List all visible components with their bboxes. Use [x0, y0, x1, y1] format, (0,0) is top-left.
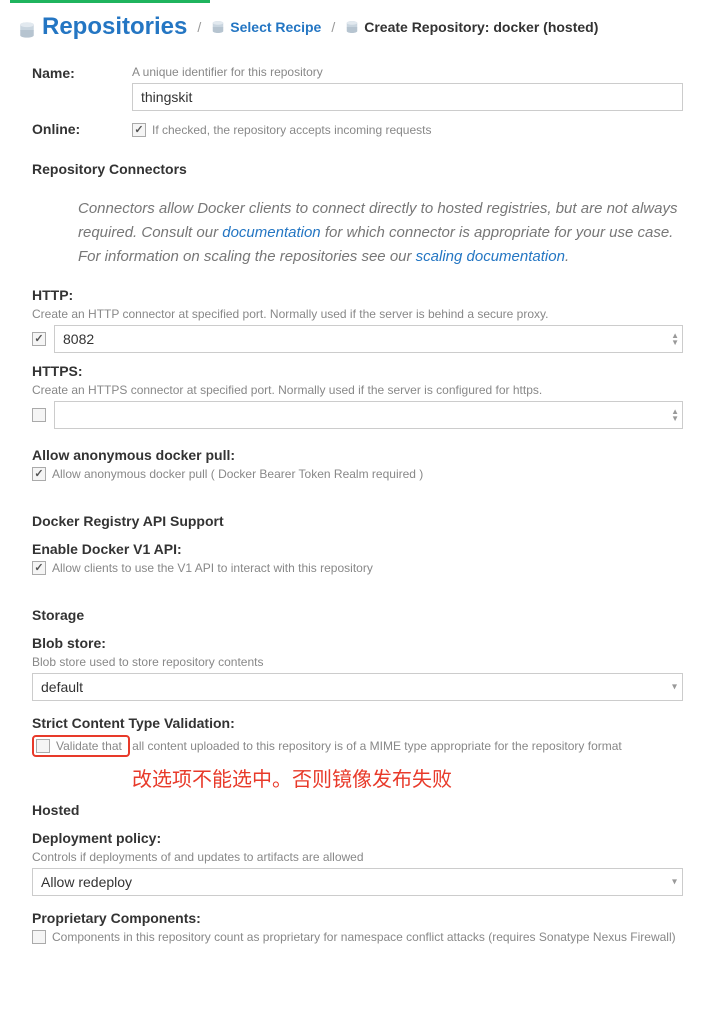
api-label: Enable Docker V1 API: [32, 541, 683, 557]
name-label: Name: [32, 65, 132, 111]
blob-label: Blob store: [32, 635, 683, 651]
anon-label: Allow anonymous docker pull: [32, 447, 683, 463]
database-icon [345, 20, 359, 34]
https-port-input[interactable] [54, 401, 683, 429]
anon-checkbox[interactable] [32, 467, 46, 481]
breadcrumb-root[interactable]: Repositories [18, 13, 187, 41]
anon-cb-label: Allow anonymous docker pull ( Docker Bea… [52, 467, 423, 481]
strict-label: Strict Content Type Validation: [32, 715, 683, 731]
name-help: A unique identifier for this repository [132, 65, 683, 79]
api-checkbox[interactable] [32, 561, 46, 575]
prop-checkbox[interactable] [32, 930, 46, 944]
hosted-title: Hosted [32, 802, 683, 818]
breadcrumb-separator: / [195, 19, 203, 35]
api-cb-label: Allow clients to use the V1 API to inter… [52, 561, 373, 575]
online-label: Online: [32, 121, 132, 137]
https-help: Create an HTTPS connector at specified p… [32, 383, 683, 397]
breadcrumb-select-recipe[interactable]: Select Recipe [211, 19, 321, 35]
http-port-input[interactable] [54, 325, 683, 353]
blob-help: Blob store used to store repository cont… [32, 655, 683, 669]
connectors-description: Connectors allow Docker clients to conne… [32, 189, 683, 277]
name-input[interactable] [132, 83, 683, 111]
strict-highlight: Validate that [32, 735, 130, 757]
breadcrumb-separator: / [329, 19, 337, 35]
blob-store-select[interactable]: default [32, 673, 683, 701]
documentation-link[interactable]: documentation [222, 224, 320, 241]
https-checkbox[interactable] [32, 408, 46, 422]
prop-cb-label: Components in this repository count as p… [52, 930, 676, 944]
https-label: HTTPS: [32, 363, 683, 379]
http-help: Create an HTTP connector at specified po… [32, 307, 683, 321]
connectors-title: Repository Connectors [32, 161, 683, 177]
strict-checkbox[interactable] [36, 739, 50, 753]
deploy-label: Deployment policy: [32, 830, 683, 846]
http-checkbox[interactable] [32, 332, 46, 346]
strict-cb-label-part: Validate that [56, 739, 122, 753]
database-icon [18, 18, 36, 36]
breadcrumb: Repositories / Select Recipe / Create Re… [0, 3, 715, 55]
online-help: If checked, the repository accepts incom… [152, 123, 431, 137]
database-icon [211, 20, 225, 34]
scaling-documentation-link[interactable]: scaling documentation [416, 248, 565, 265]
api-title: Docker Registry API Support [32, 513, 683, 529]
deploy-policy-select[interactable]: Allow redeploy [32, 868, 683, 896]
http-port-spinner[interactable]: ▲▼ [671, 332, 679, 346]
online-checkbox[interactable] [132, 123, 146, 137]
prop-label: Proprietary Components: [32, 910, 683, 926]
storage-title: Storage [32, 607, 683, 623]
deploy-help: Controls if deployments of and updates t… [32, 850, 683, 864]
breadcrumb-current: Create Repository: docker (hosted) [345, 19, 598, 35]
strict-cb-label-rest: all content uploaded to this repository … [129, 739, 622, 753]
https-port-spinner[interactable]: ▲▼ [671, 408, 679, 422]
http-label: HTTP: [32, 287, 683, 303]
annotation-text: 改选项不能选中。否则镜像发布失败 [132, 763, 683, 792]
